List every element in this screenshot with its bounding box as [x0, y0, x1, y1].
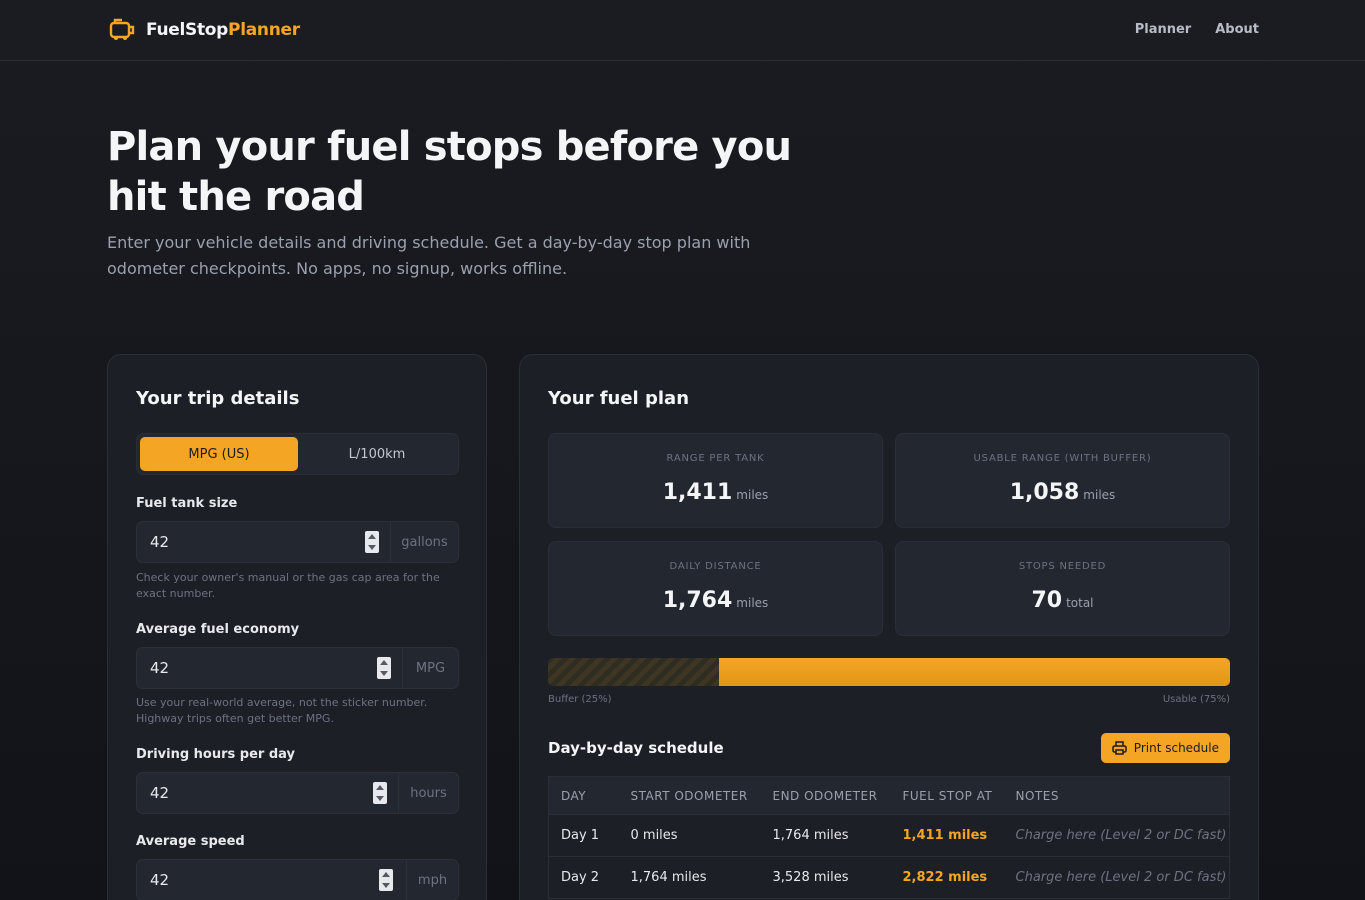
header-fuel-stop: FUEL STOP AT	[890, 776, 1004, 815]
tank-size-label: Fuel tank size	[136, 496, 238, 511]
schedule-table: DAY START ODOMETER END ODOMETER FUEL STO…	[548, 776, 1230, 899]
stat-value: 1,411	[662, 480, 733, 505]
stat-value: 70	[1031, 588, 1063, 613]
average-speed-input[interactable]	[137, 860, 397, 900]
driving-hours-label: Driving hours per day	[136, 747, 296, 762]
stat-usable-range: USABLE RANGE (WITH BUFFER) 1,058 miles	[895, 433, 1230, 528]
tank-size-input[interactable]	[137, 522, 387, 562]
stat-unit: miles	[736, 596, 769, 610]
print-schedule-button[interactable]: Print schedule	[1100, 733, 1230, 763]
print-schedule-label: Print schedule	[1133, 741, 1219, 755]
stat-label: RANGE PER TANK	[666, 453, 765, 464]
usable-segment	[718, 658, 1230, 686]
fuel-economy-label: Average fuel economy	[136, 622, 300, 637]
fuel-economy-suffix: MPG	[402, 648, 458, 688]
buffer-label: Buffer (25%)	[548, 694, 612, 705]
nav-about-link[interactable]: About	[1215, 22, 1259, 37]
fuel-plan-card: Your fuel plan RANGE PER TANK 1,411 miles…	[519, 354, 1259, 900]
main-nav: Planner About	[1135, 22, 1259, 37]
stat-daily-distance: DAILY DISTANCE 1,764 miles	[548, 541, 883, 636]
header-end-odometer: END ODOMETER	[760, 776, 891, 815]
stat-label: STOPS NEEDED	[1018, 561, 1107, 572]
trip-details-title: Your trip details	[136, 388, 300, 409]
printer-icon	[1112, 741, 1127, 755]
hero-title: Plan your fuel stops before you hit the …	[107, 124, 792, 220]
brand-name: FuelStopPlanner	[146, 20, 300, 40]
range-buffer-bar	[548, 658, 1230, 686]
driving-hours-suffix: hours	[398, 773, 458, 813]
fuel-can-icon	[109, 18, 135, 40]
header-start-odometer: START ODOMETER	[618, 776, 761, 815]
hero-subtitle: Enter your vehicle details and driving s…	[107, 233, 751, 278]
cell-fuel-stop: 2,822 miles	[890, 856, 1004, 899]
tank-size-suffix: gallons	[390, 522, 458, 562]
table-row: Day 2 1,764 miles 3,528 miles 2,822 mile…	[548, 856, 1230, 899]
cell-day: Day 1	[548, 814, 619, 857]
nav-planner-link[interactable]: Planner	[1135, 22, 1192, 37]
unit-toggle: MPG (US) L/100km	[136, 433, 459, 475]
stat-stops-needed: STOPS NEEDED 70 total	[895, 541, 1230, 636]
stat-value: 1,764	[662, 588, 733, 613]
table-header-row: DAY START ODOMETER END ODOMETER FUEL STO…	[548, 776, 1230, 815]
cell-fuel-stop: 1,411 miles	[890, 814, 1004, 857]
cell-notes: Charge here (Level 2 or DC fast)	[1003, 856, 1230, 899]
stat-value: 1,058	[1009, 480, 1080, 505]
usable-label: Usable (75%)	[1162, 694, 1230, 705]
stat-label: USABLE RANGE (WITH BUFFER)	[973, 453, 1152, 464]
average-speed-stepper[interactable]	[379, 869, 393, 891]
fuel-economy-help: Use your real-world average, not the sti…	[136, 696, 428, 725]
cell-start: 1,764 miles	[618, 856, 761, 899]
cell-day: Day 2	[548, 856, 619, 899]
driving-hours-stepper[interactable]	[373, 782, 387, 804]
buffer-segment	[548, 658, 719, 686]
stat-unit: miles	[1083, 488, 1116, 502]
tank-size-help: Check your owner's manual or the gas cap…	[136, 571, 440, 600]
stat-range-per-tank: RANGE PER TANK 1,411 miles	[548, 433, 883, 528]
brand-logo[interactable]: FuelStopPlanner	[109, 17, 300, 43]
tank-size-field: gallons	[136, 521, 459, 563]
trip-details-card: Your trip details MPG (US) L/100km Fuel …	[107, 354, 487, 900]
fuel-plan-title: Your fuel plan	[548, 388, 690, 409]
fuel-economy-stepper[interactable]	[377, 657, 391, 679]
fuel-economy-field: MPG	[136, 647, 459, 689]
fuel-economy-input[interactable]	[137, 648, 397, 688]
stat-unit: miles	[736, 488, 769, 502]
driving-hours-field: hours	[136, 772, 459, 814]
header-notes: NOTES	[1003, 776, 1230, 815]
unit-metric-button[interactable]: L/100km	[298, 437, 456, 471]
cell-start: 0 miles	[618, 814, 761, 857]
cell-end: 3,528 miles	[760, 856, 891, 899]
stat-label: DAILY DISTANCE	[669, 561, 762, 572]
header-day: DAY	[548, 776, 619, 815]
average-speed-label: Average speed	[136, 834, 245, 849]
stat-unit: total	[1066, 596, 1094, 610]
average-speed-suffix: mph	[406, 860, 458, 900]
table-row: Day 1 0 miles 1,764 miles 1,411 miles Ch…	[548, 814, 1230, 857]
cell-notes: Charge here (Level 2 or DC fast)	[1003, 814, 1230, 857]
unit-mpg-button[interactable]: MPG (US)	[140, 437, 298, 471]
tank-size-stepper[interactable]	[365, 531, 379, 553]
average-speed-field: mph	[136, 859, 459, 900]
schedule-title: Day-by-day schedule	[548, 739, 724, 757]
driving-hours-input[interactable]	[137, 773, 392, 813]
top-bar: FuelStopPlanner Planner About	[0, 0, 1365, 61]
cell-end: 1,764 miles	[760, 814, 891, 857]
